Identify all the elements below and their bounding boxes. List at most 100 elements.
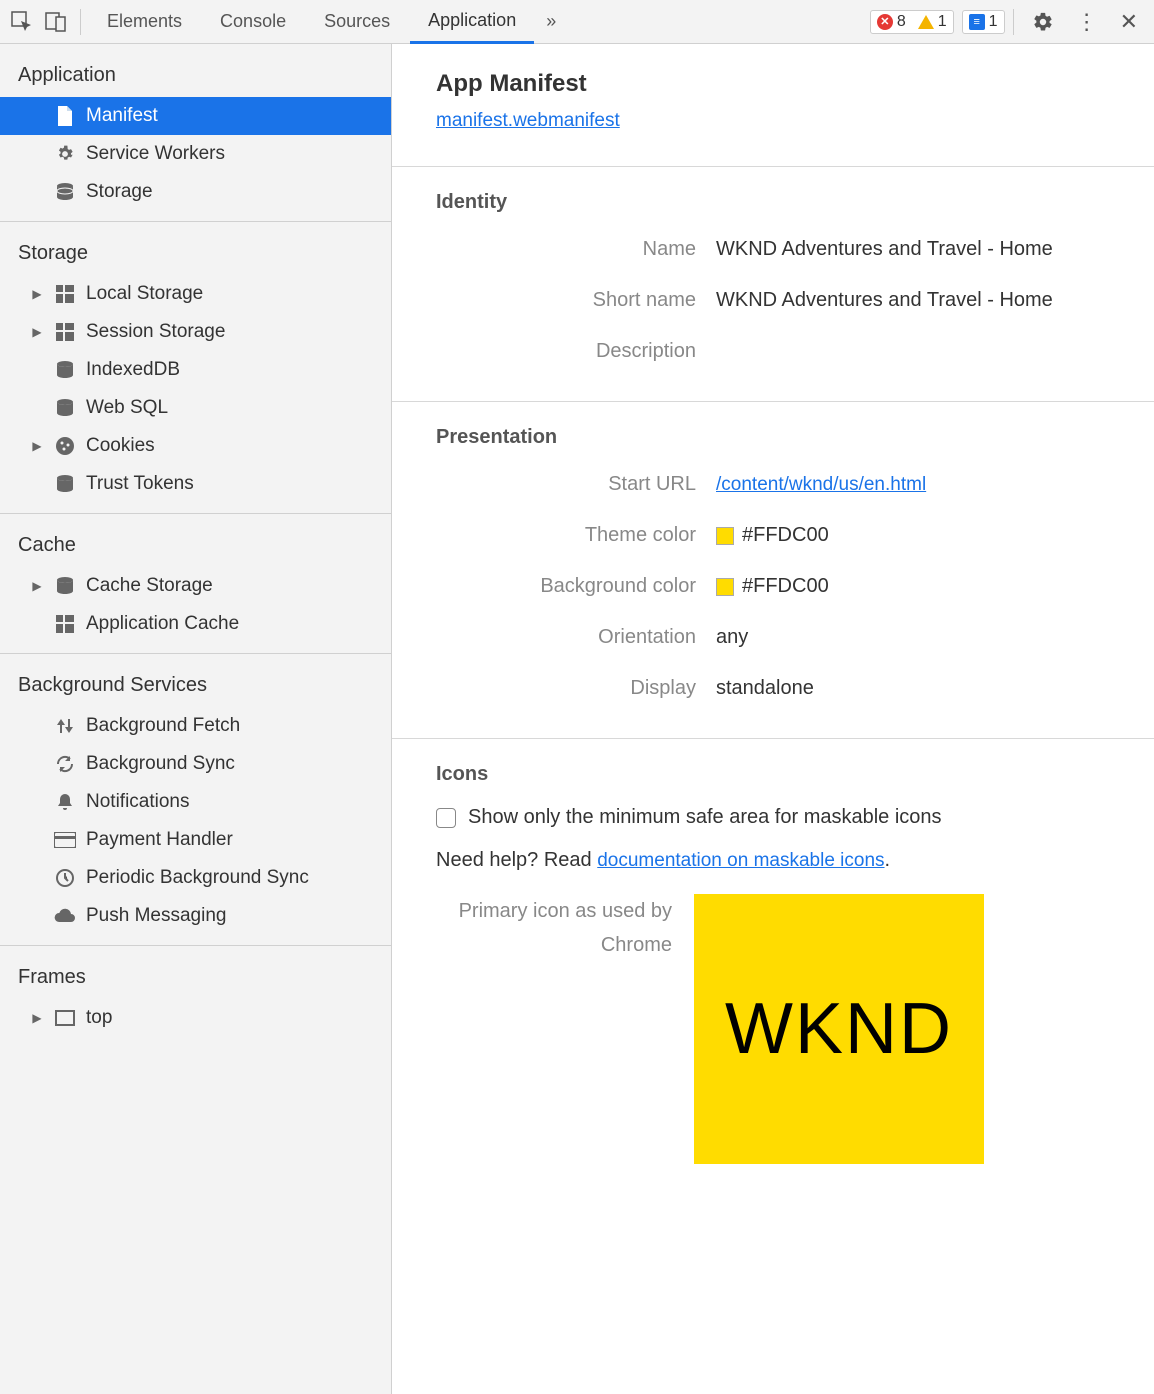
settings-icon[interactable] <box>1022 11 1064 33</box>
sidebar-item-trust-tokens[interactable]: Trust Tokens <box>0 465 391 503</box>
value-display: standalone <box>716 677 814 700</box>
help-suffix: . <box>885 849 891 871</box>
sidebar-item-background-sync[interactable]: Background Sync <box>0 745 391 783</box>
sidebar-item-label: Background Fetch <box>86 715 240 737</box>
label-themecolor: Theme color <box>436 524 716 547</box>
label-display: Display <box>436 677 716 700</box>
maskable-safearea-checkbox[interactable] <box>436 808 456 828</box>
error-warning-counts[interactable]: ✕ 8 1 <box>870 10 954 34</box>
sidebar-item-cookies[interactable]: ▶ Cookies <box>0 427 391 465</box>
sidebar-item-label: Payment Handler <box>86 829 233 851</box>
sidebar-item-cache-storage[interactable]: ▶ Cache Storage <box>0 567 391 605</box>
bell-icon <box>54 791 76 813</box>
sidebar-item-payment-handler[interactable]: Payment Handler <box>0 821 391 859</box>
sidebar-item-manifest[interactable]: Manifest <box>0 97 391 135</box>
expand-triangle-icon[interactable]: ▶ <box>30 1011 44 1025</box>
tabs-overflow[interactable]: » <box>536 0 566 44</box>
sidebar-item-notifications[interactable]: Notifications <box>0 783 391 821</box>
sidebar-item-storage[interactable]: Storage <box>0 173 391 211</box>
cookie-icon <box>54 435 76 457</box>
inspect-element-icon[interactable] <box>6 6 38 38</box>
sidebar-item-label: Notifications <box>86 791 190 813</box>
primary-icon-preview: WKND <box>694 894 984 1164</box>
sidebar-item-websql[interactable]: Web SQL <box>0 389 391 427</box>
sync-icon <box>54 753 76 775</box>
info-icon: ≡ <box>969 14 985 30</box>
more-menu-icon[interactable]: ⋮ <box>1066 9 1108 35</box>
sidebar-item-label: top <box>86 1007 112 1029</box>
database-icon <box>54 473 76 495</box>
value-bgcolor: #FFDC00 <box>742 575 829 598</box>
device-toggle-icon[interactable] <box>40 6 72 38</box>
label-description: Description <box>436 340 716 363</box>
warning-count: 1 <box>938 13 947 31</box>
sidebar-item-label: Cookies <box>86 435 155 457</box>
sidebar-item-label: Periodic Background Sync <box>86 867 309 889</box>
sidebar-item-label: Session Storage <box>86 321 225 343</box>
sidebar-item-label: Service Workers <box>86 143 225 165</box>
tab-elements[interactable]: Elements <box>89 0 200 44</box>
sidebar-item-label: Storage <box>86 181 153 203</box>
database-icon <box>54 575 76 597</box>
grid-icon <box>54 613 76 635</box>
value-orientation: any <box>716 626 748 649</box>
sidebar-header-application: Application <box>0 58 391 97</box>
maskable-help-text: Need help? Read documentation on maskabl… <box>392 843 1154 894</box>
sidebar-header-background-services: Background Services <box>0 668 391 707</box>
expand-triangle-icon[interactable]: ▶ <box>30 579 44 593</box>
error-icon: ✕ <box>877 14 893 30</box>
database-icon <box>54 359 76 381</box>
expand-triangle-icon[interactable]: ▶ <box>30 439 44 453</box>
value-name: WKND Adventures and Travel - Home <box>716 238 1053 261</box>
sidebar-item-periodic-background-sync[interactable]: Periodic Background Sync <box>0 859 391 897</box>
expand-triangle-icon[interactable]: ▶ <box>30 287 44 301</box>
sidebar-item-label: Web SQL <box>86 397 168 419</box>
sidebar-item-application-cache[interactable]: Application Cache <box>0 605 391 643</box>
expand-triangle-icon[interactable]: ▶ <box>30 325 44 339</box>
manifest-file-link[interactable]: manifest.webmanifest <box>436 110 620 131</box>
frame-icon <box>54 1007 76 1029</box>
label-name: Name <box>436 238 716 261</box>
sidebar-item-label: Background Sync <box>86 753 235 775</box>
maskable-doc-link[interactable]: documentation on maskable icons <box>597 850 884 871</box>
value-starturl[interactable]: /content/wknd/us/en.html <box>716 474 926 496</box>
updown-arrows-icon <box>54 715 76 737</box>
sidebar-item-label: Trust Tokens <box>86 473 194 495</box>
bgcolor-swatch <box>716 578 734 596</box>
sidebar-item-local-storage[interactable]: ▶ Local Storage <box>0 275 391 313</box>
themecolor-swatch <box>716 527 734 545</box>
gear-icon <box>54 143 76 165</box>
label-starturl: Start URL <box>436 473 716 496</box>
sidebar-header-frames: Frames <box>0 960 391 999</box>
cloud-icon <box>54 905 76 927</box>
sidebar-item-session-storage[interactable]: ▶ Session Storage <box>0 313 391 351</box>
close-devtools-icon[interactable]: ✕ <box>1110 9 1148 35</box>
info-counts[interactable]: ≡ 1 <box>962 10 1005 34</box>
primary-icon-label: Primary icon as used by Chrome <box>436 894 672 1164</box>
tab-application[interactable]: Application <box>410 0 534 44</box>
clock-icon <box>54 867 76 889</box>
tab-sources[interactable]: Sources <box>306 0 408 44</box>
sidebar-item-background-fetch[interactable]: Background Fetch <box>0 707 391 745</box>
sidebar-header-cache: Cache <box>0 528 391 567</box>
sidebar-item-service-workers[interactable]: Service Workers <box>0 135 391 173</box>
label-orientation: Orientation <box>436 626 716 649</box>
manifest-panel: App Manifest manifest.webmanifest Identi… <box>392 44 1154 1394</box>
tab-console[interactable]: Console <box>202 0 304 44</box>
section-heading-identity: Identity <box>392 167 1154 224</box>
application-sidebar: Application Manifest Service Workers Sto… <box>0 44 392 1394</box>
sidebar-item-label: Push Messaging <box>86 905 226 927</box>
sidebar-item-label: Manifest <box>86 105 158 127</box>
value-shortname: WKND Adventures and Travel - Home <box>716 289 1053 312</box>
toolbar-separator <box>1013 9 1014 35</box>
card-icon <box>54 829 76 851</box>
sidebar-item-push-messaging[interactable]: Push Messaging <box>0 897 391 935</box>
file-icon <box>54 105 76 127</box>
page-title: App Manifest <box>436 70 1110 98</box>
value-themecolor: #FFDC00 <box>742 524 829 547</box>
sidebar-item-indexeddb[interactable]: IndexedDB <box>0 351 391 389</box>
warning-icon <box>918 15 934 29</box>
maskable-safearea-label: Show only the minimum safe area for mask… <box>468 806 942 829</box>
sidebar-item-frame-top[interactable]: ▶ top <box>0 999 391 1037</box>
section-heading-icons: Icons <box>392 739 1154 796</box>
